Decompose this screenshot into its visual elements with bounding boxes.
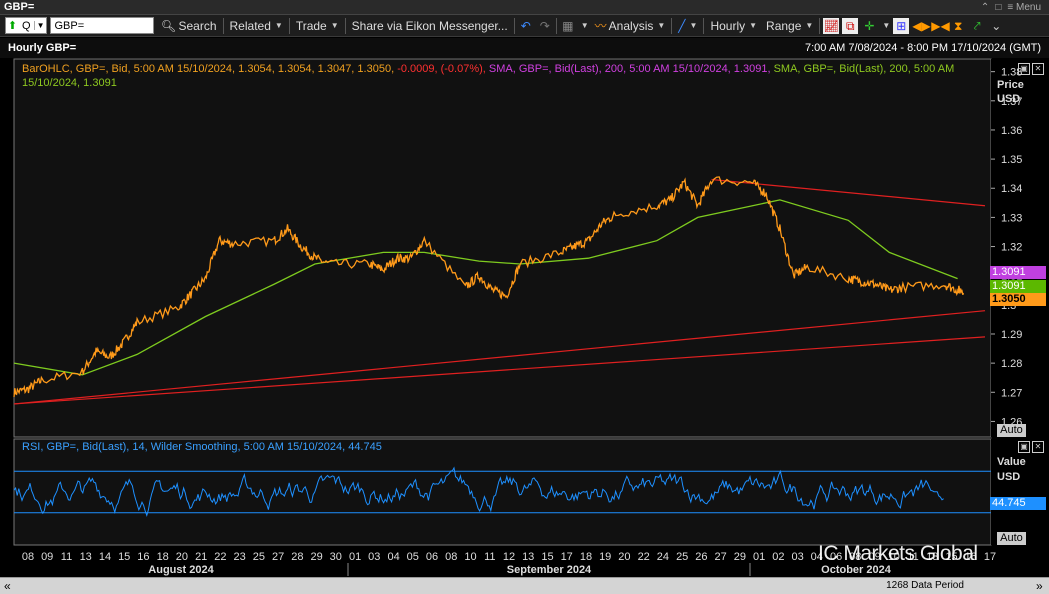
price-tick-label: 1.27: [1001, 387, 1022, 399]
sma1-legend: SMA, GBP=, Bid(Last), 200, 5:00 AM 15/10…: [488, 63, 771, 75]
x-tick-label: 10: [464, 551, 476, 563]
x-tick-label: 22: [214, 551, 226, 563]
x-tick-label: 15: [541, 551, 553, 563]
sma1-price-tag: 1.3091: [990, 266, 1046, 279]
x-tick-label: 29: [734, 551, 746, 563]
x-tick-label: 29: [310, 551, 322, 563]
x-tick-label: 28: [291, 551, 303, 563]
x-tick-label: 20: [176, 551, 188, 563]
price-tick-label: 1.35: [1001, 154, 1022, 166]
price-legend: BarOHLC, GBP=, Bid, 5:00 AM 15/10/2024, …: [22, 62, 977, 90]
x-tick-label: 17: [984, 551, 996, 563]
x-tick-label: 08: [445, 551, 457, 563]
bar-legend: BarOHLC, GBP=, Bid, 5:00 AM 15/10/2024, …: [22, 63, 395, 75]
x-tick-label: 23: [233, 551, 245, 563]
x-tick-label: 25: [253, 551, 265, 563]
panel-close-icon[interactable]: ✕: [1032, 63, 1044, 75]
rsi-axis-panel: [991, 439, 1048, 545]
x-tick-label: 27: [272, 551, 284, 563]
x-tick-label: 01: [753, 551, 765, 563]
price-axis-unit: USD: [997, 93, 1021, 105]
scroll-left-arrow-icon[interactable]: «: [4, 579, 11, 593]
x-tick-label: 13: [80, 551, 92, 563]
rsi-axis-unit: USD: [997, 471, 1021, 483]
price-auto-button[interactable]: Auto: [997, 424, 1026, 437]
x-tick-label: 21: [195, 551, 207, 563]
rsi-auto-button[interactable]: Auto: [997, 532, 1026, 545]
month-label: August 2024: [148, 564, 214, 576]
rsi-value-tag: 44.745: [990, 497, 1046, 510]
change-legend: -0.0009, (-0.07%),: [397, 63, 486, 75]
rsi-panel: [13, 438, 992, 546]
scroll-bar[interactable]: « » 1268 Data Period: [0, 577, 1049, 594]
x-tick-label: 24: [657, 551, 669, 563]
x-tick-label: 14: [99, 551, 111, 563]
x-tick-label: 08: [22, 551, 34, 563]
x-tick-label: 06: [426, 551, 438, 563]
sma2-price-tag: 1.3091: [990, 280, 1046, 293]
x-tick-label: 03: [368, 551, 380, 563]
x-tick-label: 27: [714, 551, 726, 563]
price-tick-label: 1.32: [1001, 242, 1022, 254]
rsi-close-icon[interactable]: ✕: [1032, 441, 1044, 453]
x-tick-label: 11: [484, 551, 495, 563]
x-tick-label: 11: [61, 551, 72, 563]
x-tick-label: 18: [157, 551, 169, 563]
price-tick-label: 1.36: [1001, 125, 1022, 137]
rsi-legend: RSI, GBP=, Bid(Last), 14, Wilder Smoothi…: [22, 441, 382, 453]
x-tick-label: 04: [387, 551, 399, 563]
price-tick-label: 1.34: [1001, 183, 1022, 195]
x-tick-label: 03: [791, 551, 803, 563]
price-tick-label: 1.29: [1001, 329, 1022, 341]
last-price-tag: 1.3050: [990, 293, 1046, 306]
x-tick-label: 01: [349, 551, 361, 563]
price-panel: [13, 58, 992, 438]
chart-window: GBP= ⌃ □ ≡ Menu ⬆ Q ▼ 🔍︎Search Related▼ …: [0, 0, 1049, 594]
x-tick-label: 26: [695, 551, 707, 563]
watermark-logo: IC Markets Global: [818, 542, 978, 565]
x-tick-label: 09: [41, 551, 53, 563]
rsi-axis-title: Value: [997, 456, 1026, 468]
x-tick-label: 30: [330, 551, 342, 563]
x-tick-label: 16: [137, 551, 149, 563]
price-tick-label: 1.28: [1001, 358, 1022, 370]
x-tick-label: 25: [676, 551, 688, 563]
x-tick-label: 02: [772, 551, 784, 563]
x-tick-label: 19: [599, 551, 611, 563]
panel-restore-icon[interactable]: ▣: [1018, 63, 1030, 75]
price-axis-title: Price: [997, 79, 1024, 91]
x-tick-label: 20: [618, 551, 630, 563]
x-tick-label: 13: [522, 551, 534, 563]
x-tick-label: 22: [638, 551, 650, 563]
x-tick-label: 05: [407, 551, 419, 563]
x-tick-label: 12: [503, 551, 515, 563]
x-tick-label: 15: [118, 551, 130, 563]
rsi-restore-icon[interactable]: ▣: [1018, 441, 1030, 453]
x-tick-label: 18: [580, 551, 592, 563]
x-tick-label: 17: [561, 551, 573, 563]
month-label: September 2024: [507, 564, 592, 576]
data-period-label: 1268 Data Period: [886, 580, 964, 591]
price-tick-label: 1.33: [1001, 212, 1022, 224]
